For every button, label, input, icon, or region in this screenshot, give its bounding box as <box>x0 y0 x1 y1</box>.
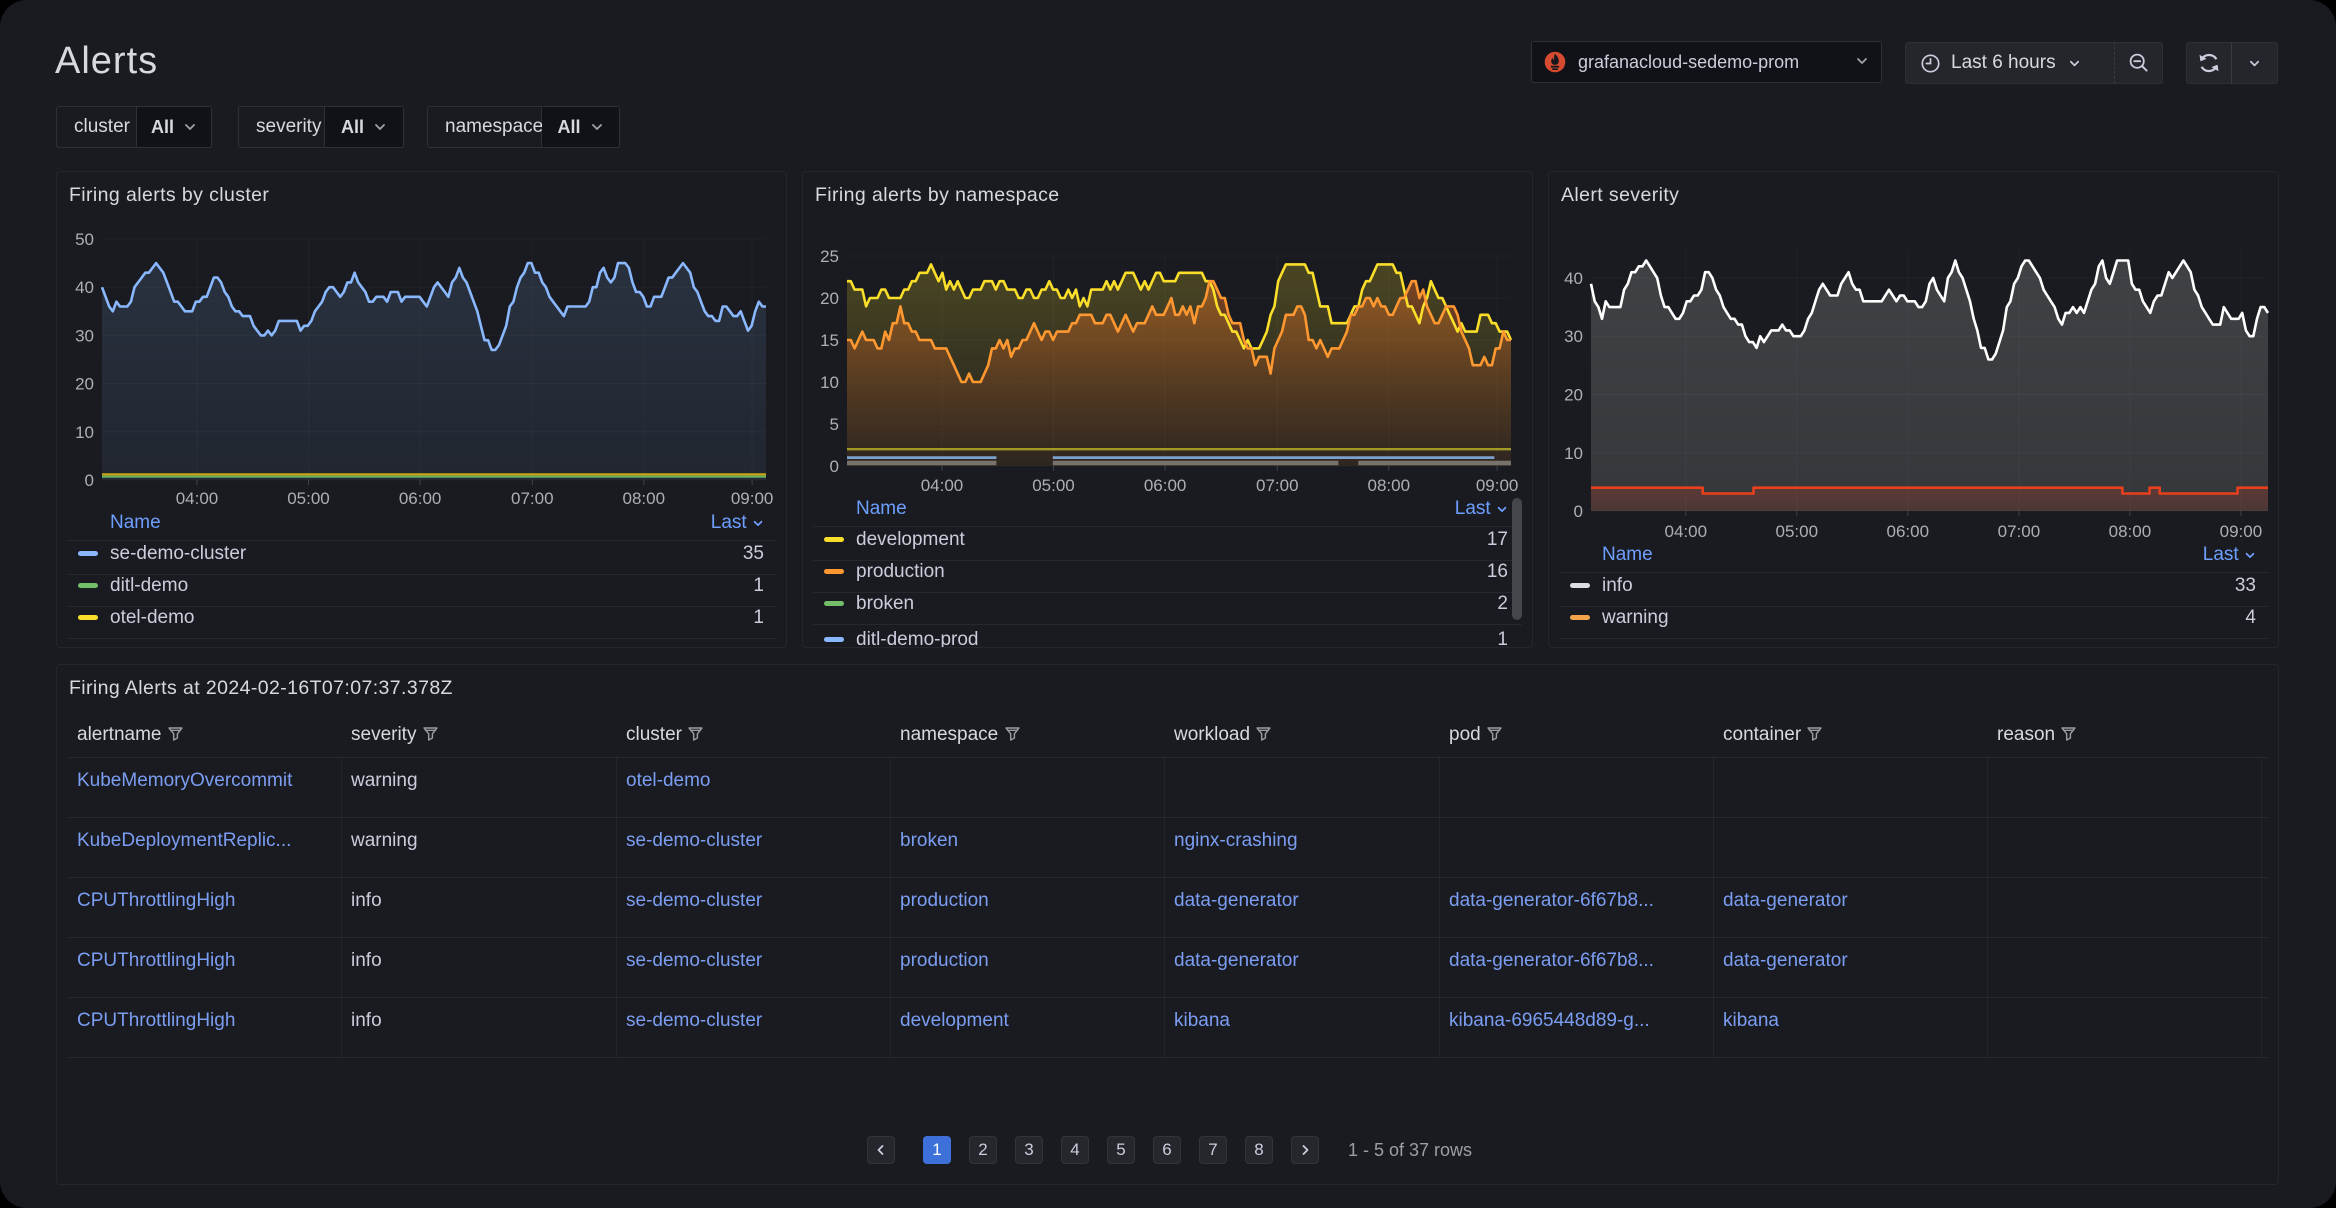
svg-text:04:00: 04:00 <box>176 489 219 508</box>
svg-text:0: 0 <box>1574 502 1583 521</box>
svg-text:07:00: 07:00 <box>1256 476 1299 495</box>
svg-text:15: 15 <box>820 331 839 350</box>
svg-text:06:00: 06:00 <box>1144 476 1187 495</box>
svg-text:0: 0 <box>830 457 839 476</box>
svg-text:40: 40 <box>1564 269 1583 288</box>
svg-text:08:00: 08:00 <box>1368 476 1411 495</box>
svg-text:06:00: 06:00 <box>399 489 442 508</box>
svg-text:05:00: 05:00 <box>287 489 330 508</box>
svg-text:09:00: 09:00 <box>2220 522 2263 541</box>
svg-text:20: 20 <box>75 375 94 394</box>
svg-text:09:00: 09:00 <box>731 489 774 508</box>
svg-text:10: 10 <box>820 373 839 392</box>
svg-text:04:00: 04:00 <box>921 476 964 495</box>
svg-text:05:00: 05:00 <box>1776 522 1819 541</box>
svg-text:08:00: 08:00 <box>2109 522 2152 541</box>
svg-text:06:00: 06:00 <box>1887 522 1930 541</box>
svg-text:25: 25 <box>820 247 839 266</box>
svg-text:0: 0 <box>85 471 94 490</box>
svg-text:08:00: 08:00 <box>623 489 666 508</box>
svg-text:30: 30 <box>75 326 94 345</box>
svg-text:04:00: 04:00 <box>1665 522 1708 541</box>
svg-text:09:00: 09:00 <box>1476 476 1519 495</box>
svg-text:07:00: 07:00 <box>1998 522 2041 541</box>
svg-text:5: 5 <box>830 415 839 434</box>
svg-text:10: 10 <box>75 423 94 442</box>
svg-text:30: 30 <box>1564 327 1583 346</box>
svg-text:50: 50 <box>75 230 94 249</box>
svg-text:40: 40 <box>75 278 94 297</box>
svg-text:05:00: 05:00 <box>1032 476 1075 495</box>
svg-text:20: 20 <box>1564 386 1583 405</box>
svg-text:10: 10 <box>1564 444 1583 463</box>
svg-text:07:00: 07:00 <box>511 489 554 508</box>
svg-text:20: 20 <box>820 289 839 308</box>
